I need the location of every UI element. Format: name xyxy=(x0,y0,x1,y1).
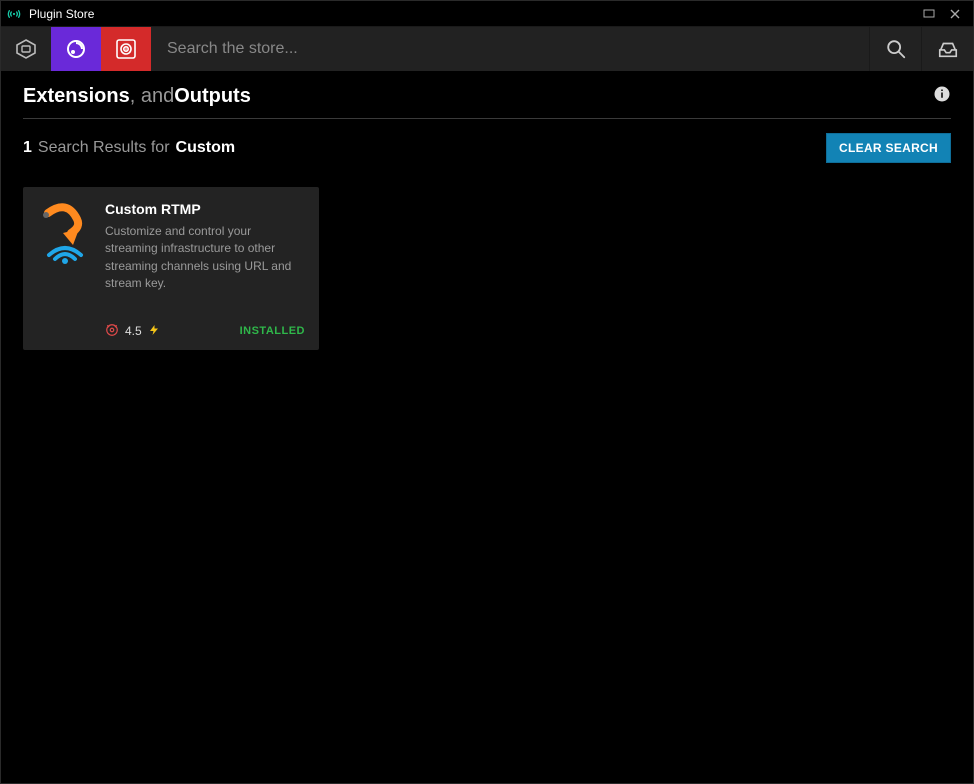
plugin-description: Customize and control your streaming inf… xyxy=(105,223,305,293)
page-title-sep: , and xyxy=(130,85,174,108)
plugin-rating: 4.5 xyxy=(105,323,160,340)
nav-extensions-button[interactable] xyxy=(51,27,101,71)
results-label: Search Results for xyxy=(38,139,170,157)
search-button[interactable] xyxy=(869,27,921,71)
nav-outputs-button[interactable] xyxy=(101,27,151,71)
plugin-status: INSTALLED xyxy=(240,325,305,337)
window: Plugin Store xyxy=(0,0,974,784)
bolt-icon xyxy=(148,324,160,339)
rating-badge-icon xyxy=(105,323,119,340)
results-grid: Custom RTMP Customize and control your s… xyxy=(23,187,951,350)
inbox-button[interactable] xyxy=(921,27,973,71)
plugin-card-top: Custom RTMP Customize and control your s… xyxy=(37,201,305,293)
plugin-icon xyxy=(37,201,93,293)
titlebar: Plugin Store xyxy=(1,1,973,27)
content: Extensions , and Outputs 1 Search Result… xyxy=(1,71,973,783)
plugin-rating-value: 4.5 xyxy=(125,324,142,338)
plugin-card-body: Custom RTMP Customize and control your s… xyxy=(105,201,305,293)
window-title: Plugin Store xyxy=(29,7,94,21)
window-controls xyxy=(921,6,969,22)
page-header: Extensions , and Outputs xyxy=(23,85,951,119)
page-title-part1: Extensions xyxy=(23,85,130,108)
info-icon[interactable] xyxy=(933,85,951,108)
nav-sources-button[interactable] xyxy=(1,27,51,71)
app-logo-icon xyxy=(5,5,23,23)
minimize-icon[interactable] xyxy=(921,6,937,22)
page-title-part2: Outputs xyxy=(174,85,251,108)
clear-search-button[interactable]: CLEAR SEARCH xyxy=(826,133,951,163)
close-icon[interactable] xyxy=(947,6,963,22)
search-input[interactable] xyxy=(165,39,869,59)
results-count: 1 xyxy=(23,139,32,157)
results-term: Custom xyxy=(176,139,236,157)
plugin-card[interactable]: Custom RTMP Customize and control your s… xyxy=(23,187,319,350)
search-input-wrap xyxy=(151,27,869,71)
toolbar xyxy=(1,27,973,71)
plugin-title: Custom RTMP xyxy=(105,201,305,217)
results-summary: 1 Search Results for Custom CLEAR SEARCH xyxy=(23,133,951,163)
plugin-card-footer: 4.5 INSTALLED xyxy=(37,323,305,340)
